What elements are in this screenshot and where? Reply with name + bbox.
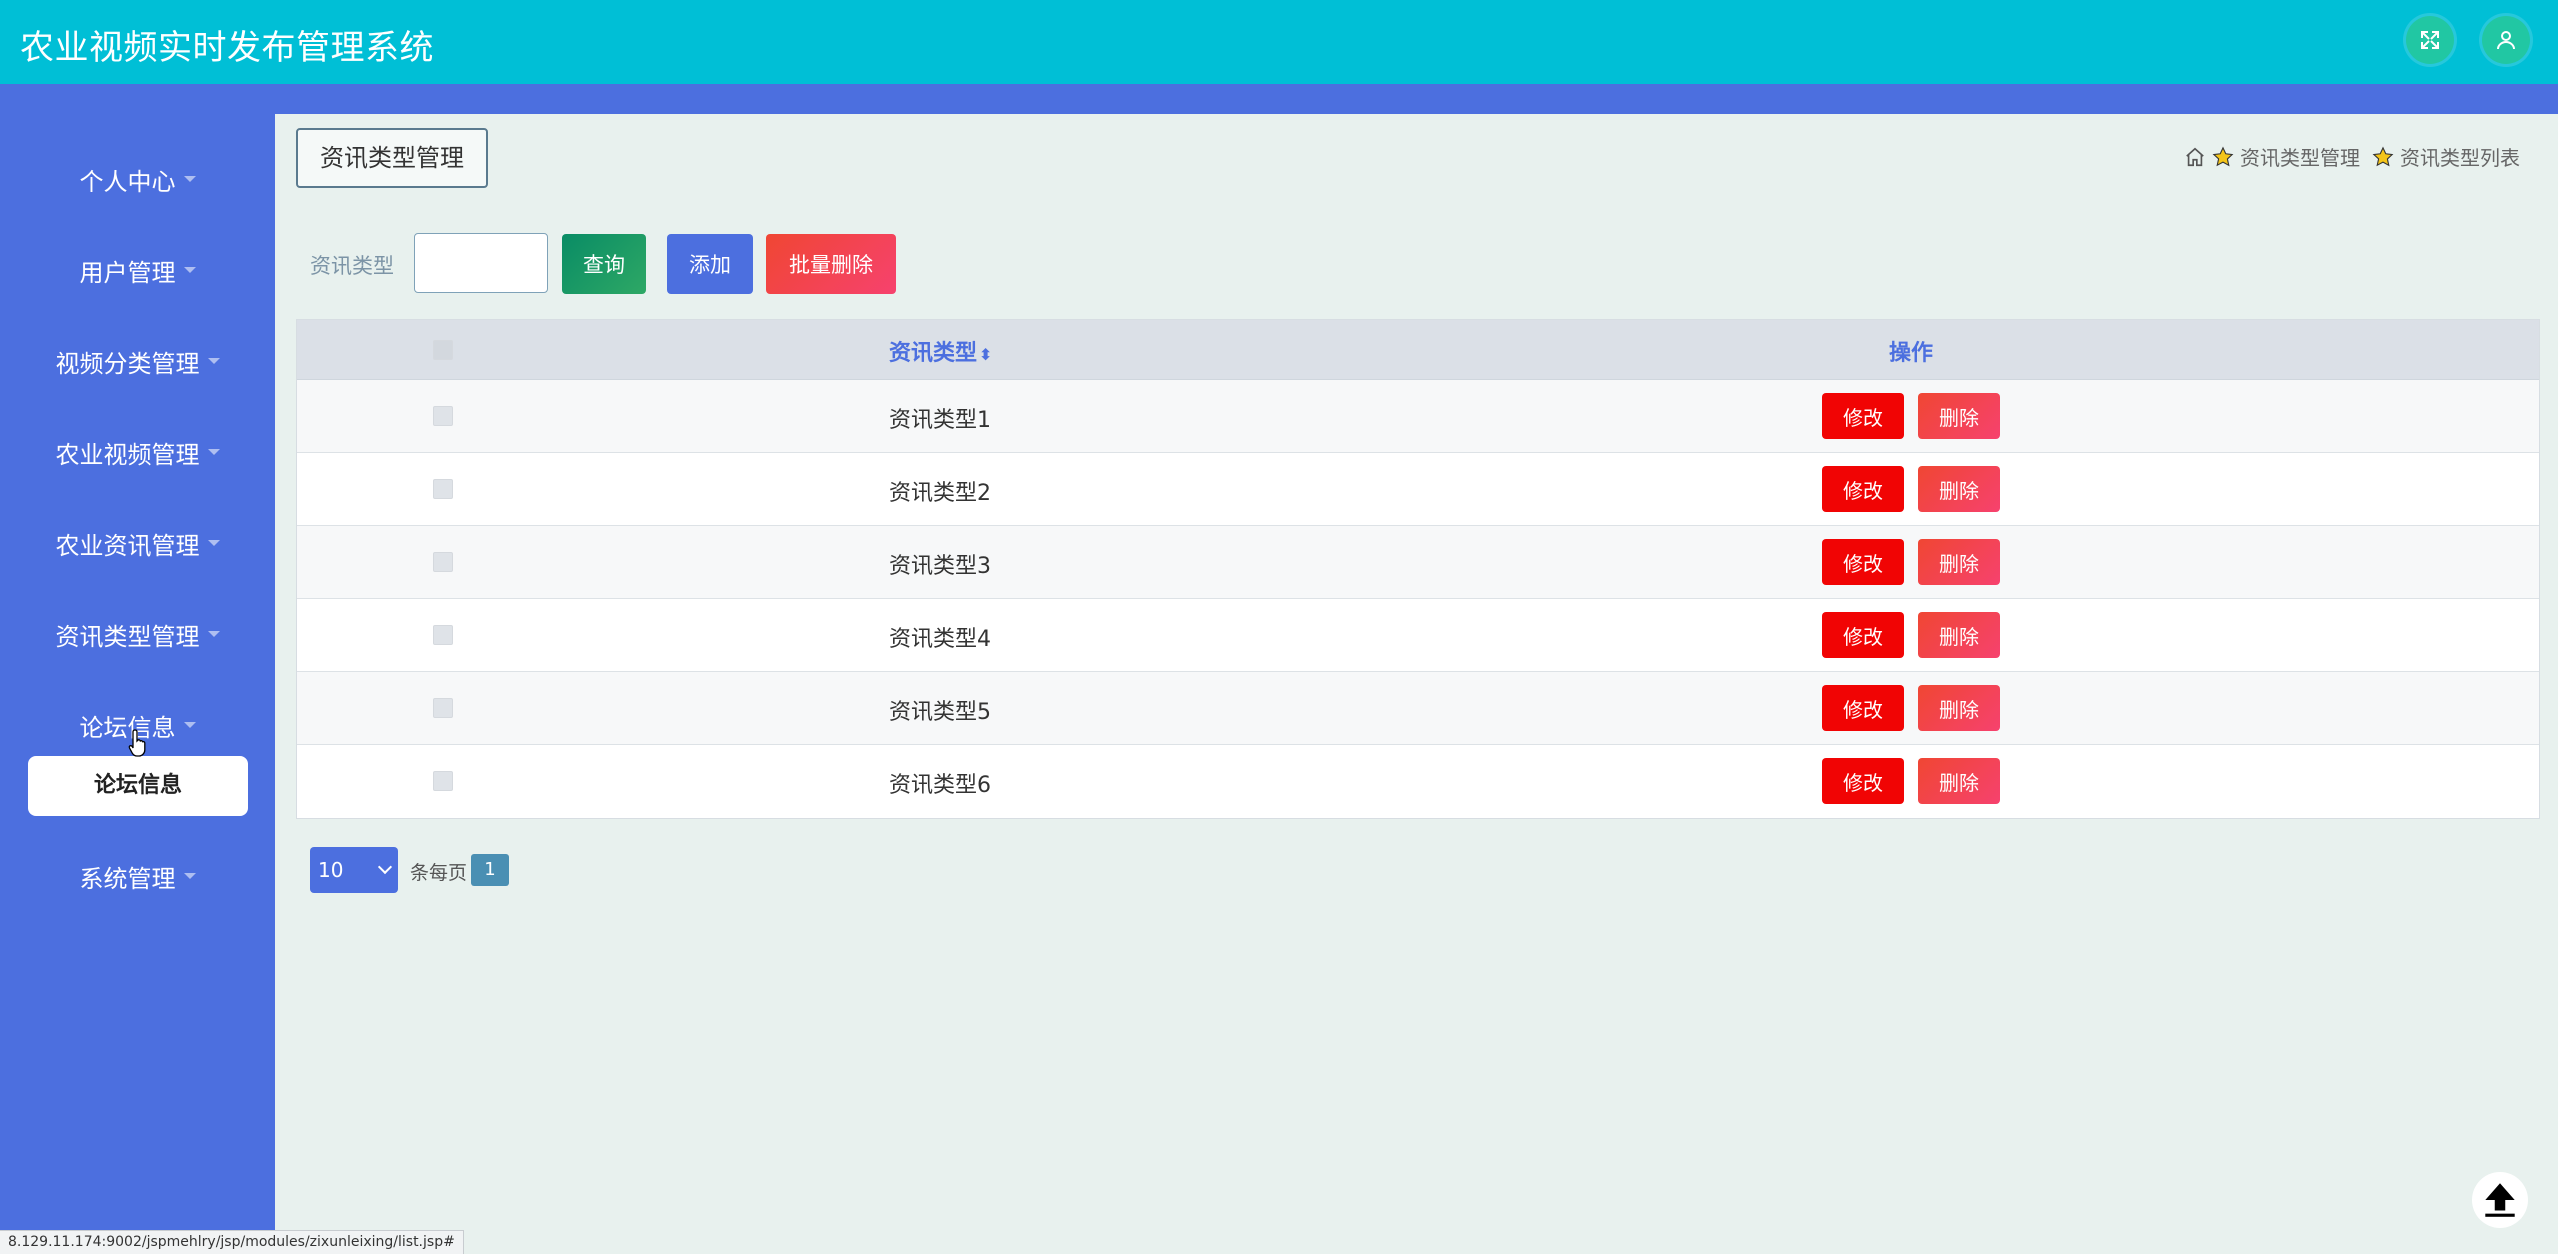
sidebar-item-user-management[interactable]: 用户管理 [0, 247, 275, 299]
arrow-up-icon [2485, 1183, 2515, 1217]
row-checkbox[interactable] [433, 406, 453, 426]
delete-button[interactable]: 删除 [1918, 685, 2000, 731]
search-input[interactable] [414, 233, 548, 293]
sidebar-item-agri-news[interactable]: 农业资讯管理 [0, 520, 275, 572]
row-checkbox[interactable] [433, 552, 453, 572]
sidebar-item-label: 个人中心 [79, 168, 176, 196]
cell-type: 资讯类型6 [889, 773, 991, 798]
table-header: 资讯类型 ⬍ 操作 [297, 320, 2539, 380]
cell-type: 资讯类型3 [889, 554, 991, 579]
star-icon [2212, 146, 2234, 166]
table-row: 资讯类型2 修改 删除 [297, 453, 2539, 526]
search-label: 资讯类型 [310, 254, 394, 278]
sidebar-item-label: 农业资讯管理 [55, 532, 200, 560]
sidebar-item-label: 系统管理 [79, 865, 176, 893]
table-row: 资讯类型6 修改 删除 [297, 745, 2539, 818]
batch-delete-button[interactable]: 批量删除 [766, 234, 896, 294]
breadcrumb-item[interactable]: 资讯类型管理 [2240, 142, 2360, 171]
expand-icon [2421, 31, 2439, 49]
edit-button[interactable]: 修改 [1822, 393, 1904, 439]
delete-button[interactable]: 删除 [1918, 612, 2000, 658]
sidebar-item-label: 资讯类型管理 [55, 623, 200, 651]
query-button[interactable]: 查询 [562, 234, 646, 294]
edit-button[interactable]: 修改 [1822, 758, 1904, 804]
home-icon[interactable] [2184, 146, 2206, 168]
sidebar-item-label: 视频分类管理 [55, 350, 200, 378]
column-header-type[interactable]: 资讯类型 ⬍ [889, 335, 992, 367]
table-row: 资讯类型4 修改 删除 [297, 599, 2539, 672]
hand-cursor-icon [128, 729, 146, 757]
caret-down-icon [207, 631, 220, 637]
row-checkbox[interactable] [433, 625, 453, 645]
sidebar-item-label: 农业视频管理 [55, 441, 200, 469]
column-header-actions: 操作 [1889, 341, 1934, 366]
status-bar-url: 8.129.11.174:9002/jspmehlry/jsp/modules/… [0, 1230, 464, 1254]
edit-button[interactable]: 修改 [1822, 612, 1904, 658]
row-checkbox[interactable] [433, 698, 453, 718]
table-row: 资讯类型5 修改 删除 [297, 672, 2539, 745]
sidebar-item-video-category[interactable]: 视频分类管理 [0, 338, 275, 390]
table-row: 资讯类型1 修改 删除 [297, 380, 2539, 453]
fullscreen-button[interactable] [2406, 16, 2454, 64]
caret-down-icon [207, 540, 220, 546]
sidebar-subitem-forum-info[interactable]: 论坛信息 [28, 756, 248, 816]
sidebar-item-personal-center[interactable]: 个人中心 [0, 156, 275, 208]
top-header: 农业视频实时发布管理系统 [0, 0, 2558, 84]
row-checkbox[interactable] [433, 771, 453, 791]
cell-type: 资讯类型1 [889, 408, 991, 433]
back-to-top-button[interactable] [2472, 1172, 2528, 1228]
header-band [0, 84, 2558, 114]
cell-type: 资讯类型4 [889, 627, 991, 652]
breadcrumb: 资讯类型管理 资讯类型列表 [2184, 142, 2520, 171]
page-number-button[interactable]: 1 [471, 854, 509, 886]
sidebar-item-system[interactable]: 系统管理 [0, 853, 275, 905]
table-row: 资讯类型3 修改 删除 [297, 526, 2539, 599]
select-all-checkbox[interactable] [433, 340, 453, 360]
caret-down-icon [183, 267, 196, 273]
cell-type: 资讯类型5 [889, 700, 991, 725]
edit-button[interactable]: 修改 [1822, 466, 1904, 512]
sidebar-item-label: 用户管理 [79, 259, 176, 287]
caret-down-icon [183, 722, 196, 728]
page-title-tag[interactable]: 资讯类型管理 [296, 128, 488, 188]
app-title: 农业视频实时发布管理系统 [20, 28, 434, 68]
delete-button[interactable]: 删除 [1918, 393, 2000, 439]
sort-icon[interactable]: ⬍ [979, 345, 992, 364]
chevron-down-icon [377, 859, 393, 875]
per-page-label: 条每页 [410, 862, 468, 884]
caret-down-icon [183, 873, 196, 879]
delete-button[interactable]: 删除 [1918, 758, 2000, 804]
page-size-select[interactable]: 10 [310, 847, 398, 893]
edit-button[interactable]: 修改 [1822, 539, 1904, 585]
delete-button[interactable]: 删除 [1918, 539, 2000, 585]
row-checkbox[interactable] [433, 479, 453, 499]
caret-down-icon [207, 449, 220, 455]
sidebar-item-agri-video[interactable]: 农业视频管理 [0, 429, 275, 481]
cell-type: 资讯类型2 [889, 481, 991, 506]
user-menu-button[interactable] [2482, 16, 2530, 64]
sidebar: 个人中心 用户管理 视频分类管理 农业视频管理 农业资讯管理 资讯类型管理 论坛… [0, 114, 275, 1254]
user-icon [2497, 31, 2515, 50]
sidebar-item-news-type[interactable]: 资讯类型管理 [0, 611, 275, 663]
delete-button[interactable]: 删除 [1918, 466, 2000, 512]
edit-button[interactable]: 修改 [1822, 685, 1904, 731]
caret-down-icon [207, 358, 220, 364]
breadcrumb-item: 资讯类型列表 [2400, 146, 2520, 170]
table-body: 资讯类型1 修改 删除 资讯类型2 修改 删除 资讯类型3 修改 删除 资讯类型… [297, 380, 2539, 818]
star-icon [2372, 146, 2394, 166]
caret-down-icon [183, 176, 196, 182]
add-button[interactable]: 添加 [667, 234, 753, 294]
data-table: 资讯类型 ⬍ 操作 资讯类型1 修改 删除 资讯类型2 修改 删除 资讯类型3 修… [296, 319, 2540, 819]
main-content: 资讯类型管理 资讯类型管理 资讯类型列表 资讯类型 查询 添加 批量删除 资讯类… [275, 114, 2558, 1254]
